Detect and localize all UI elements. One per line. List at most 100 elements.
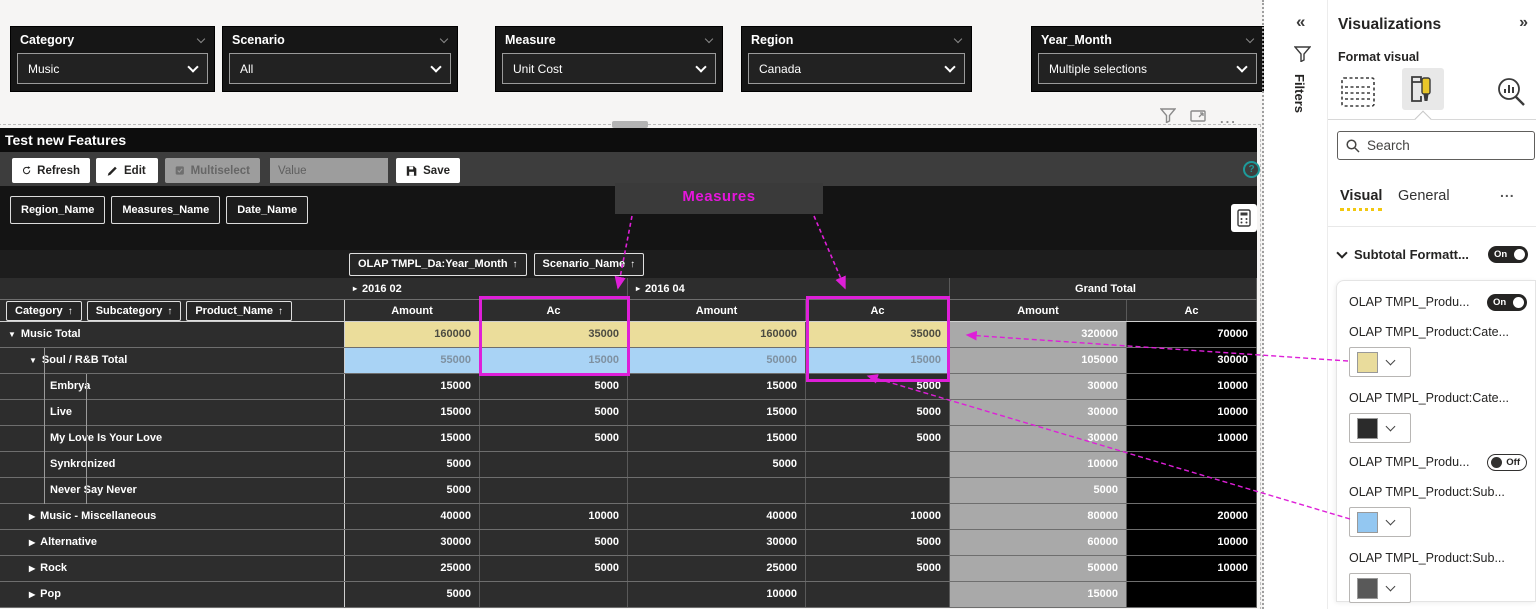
multiselect-button[interactable]: Multiselect (165, 158, 260, 183)
chevron-down-icon[interactable] (1245, 34, 1255, 44)
divider (1328, 119, 1536, 120)
row-expand-icon[interactable]: ▶ (29, 564, 35, 573)
value-cell: 10000 (950, 452, 1127, 477)
format-item-toggle[interactable]: Off (1487, 453, 1527, 471)
color-picker-dropdown[interactable] (1349, 347, 1411, 377)
slicer-dropdown[interactable]: Music (17, 53, 208, 84)
section-toggle[interactable]: On (1488, 246, 1528, 263)
value-cell: 5000 (806, 374, 950, 399)
format-toggle-row: OLAP TMPL_Produ... On (1349, 293, 1527, 311)
matrix-row: My Love Is Your Love 15000 5000 15000 5000 30… (0, 426, 1257, 452)
column-group-header[interactable]: Grand Total (950, 278, 1257, 299)
value-cell: 15000 (806, 348, 950, 373)
collapse-pane-icon[interactable]: » (1519, 14, 1528, 32)
visualizations-title: Visualizations (1338, 16, 1442, 33)
filter-icon[interactable] (1159, 108, 1177, 128)
value-column-header[interactable]: Amount (345, 300, 480, 321)
field-chip[interactable]: Region_Name (10, 196, 106, 224)
value-column-header[interactable]: Ac (1127, 300, 1257, 321)
focus-mode-icon[interactable] (1190, 109, 1206, 128)
row-label[interactable]: ▶ Music - Miscellaneous (0, 504, 345, 529)
analytics-icon[interactable] (1494, 76, 1528, 113)
row-expand-icon[interactable]: ▶ (29, 538, 35, 547)
chevron-down-icon[interactable] (439, 34, 449, 44)
color-picker-dropdown[interactable] (1349, 573, 1411, 603)
value-cell: 60000 (950, 530, 1127, 555)
refresh-icon (22, 166, 31, 175)
slicer-dropdown[interactable]: All (229, 53, 451, 84)
value-cell: 10000 (628, 582, 806, 607)
column-group-header[interactable]: ▸ 2016 04 (628, 278, 950, 299)
row-label: Never Say Never (0, 478, 345, 503)
row-field-chip[interactable]: Subcategory ↑ (86, 300, 182, 321)
slicer-title: Region (751, 33, 794, 47)
edit-button[interactable]: Edit (96, 158, 158, 183)
slicer-dropdown[interactable]: Canada (748, 53, 965, 84)
chevron-down-icon (1385, 581, 1396, 592)
value-column-header[interactable]: Amount (950, 300, 1127, 321)
value-cell (806, 478, 950, 503)
row-expand-icon[interactable]: ▼ (8, 330, 16, 339)
tab-visual[interactable]: Visual (1340, 188, 1383, 211)
column-field-chip[interactable]: Scenario_Name ↑ (533, 252, 645, 276)
color-picker-dropdown[interactable] (1349, 507, 1411, 537)
save-button[interactable]: Save (396, 158, 460, 183)
row-label: Synkronized (0, 452, 345, 477)
row-label[interactable]: ▼ Soul / R&B Total (0, 348, 345, 373)
chevron-down-icon[interactable] (953, 34, 963, 44)
row-expand-icon[interactable]: ▶ (29, 590, 35, 599)
expand-pane-icon[interactable]: « (1296, 12, 1305, 32)
slicer-dropdown[interactable]: Unit Cost (502, 53, 716, 84)
chevron-down-icon[interactable] (196, 34, 206, 44)
slicer-dropdown[interactable]: Multiple selections (1038, 53, 1257, 84)
help-icon[interactable]: ? (1243, 161, 1260, 178)
visual-header-icons: ... (1159, 108, 1237, 128)
chevron-down-icon[interactable] (704, 34, 714, 44)
chevron-down-icon (695, 60, 707, 73)
row-label: Embrya (0, 374, 345, 399)
row-field-chip[interactable]: Product_Name ↑ (186, 300, 292, 321)
row-field-chip[interactable]: Category ↑ (6, 300, 82, 321)
field-chip[interactable]: Measures_Name (111, 196, 221, 224)
more-options-icon[interactable]: ... (1500, 184, 1515, 200)
row-label[interactable]: ▶ Pop (0, 582, 345, 607)
calculator-button[interactable] (1231, 204, 1257, 232)
value-column-header[interactable]: Amount (628, 300, 806, 321)
format-color-row: OLAP TMPL_Product:Sub... (1349, 551, 1527, 603)
column-field-chip[interactable]: OLAP TMPL_Da:Year_Month ↑ (349, 252, 527, 276)
chevron-down-icon (187, 60, 199, 73)
format-toggle-row: OLAP TMPL_Produ... Off (1349, 453, 1527, 471)
value-headers: Amount Ac Amount Ac Amount Ac (345, 300, 1257, 321)
visual-drag-handle[interactable] (612, 121, 648, 128)
value-column-header[interactable]: Ac (806, 300, 950, 321)
row-label[interactable]: ▶ Rock (0, 556, 345, 581)
row-expand-icon[interactable]: ▼ (29, 356, 37, 365)
chevron-down-icon (1336, 247, 1348, 259)
slicer: Region Canada (741, 26, 972, 92)
refresh-button[interactable]: Refresh (12, 158, 90, 183)
column-group-header-row: ▸ 2016 02 ▸ 2016 04 Grand Total (0, 278, 1257, 300)
search-box[interactable] (1337, 131, 1535, 160)
tab-general[interactable]: General (1398, 188, 1450, 204)
build-visual-icon[interactable] (1340, 76, 1376, 113)
row-label[interactable]: ▼ Music Total (0, 322, 345, 347)
calculator-icon (1237, 209, 1251, 227)
subtotal-formatting-section[interactable]: Subtotal Formatt... On (1336, 246, 1528, 263)
column-group-header[interactable]: ▸ 2016 02 (345, 278, 628, 299)
value-cell: 5000 (806, 530, 950, 555)
column-group-label: 2016 02 (362, 282, 402, 295)
slicer-selected-value: Canada (759, 61, 802, 76)
value-input[interactable] (270, 158, 388, 183)
format-visual-tab[interactable] (1402, 68, 1444, 110)
value-column-header[interactable]: Ac (480, 300, 628, 321)
field-chip[interactable]: Date_Name (226, 196, 309, 224)
format-item-toggle[interactable]: On (1487, 293, 1527, 311)
more-options-icon[interactable]: ... (1220, 111, 1237, 126)
row-label[interactable]: ▶ Alternative (0, 530, 345, 555)
value-cell: 5000 (480, 556, 628, 581)
row-expand-icon[interactable]: ▶ (29, 512, 35, 521)
filters-pane-label[interactable]: Filters (1292, 74, 1307, 113)
search-input[interactable] (1367, 138, 1507, 153)
visualizations-pane: Visualizations » Format visual Visual Ge… (1328, 0, 1536, 609)
color-picker-dropdown[interactable] (1349, 413, 1411, 443)
